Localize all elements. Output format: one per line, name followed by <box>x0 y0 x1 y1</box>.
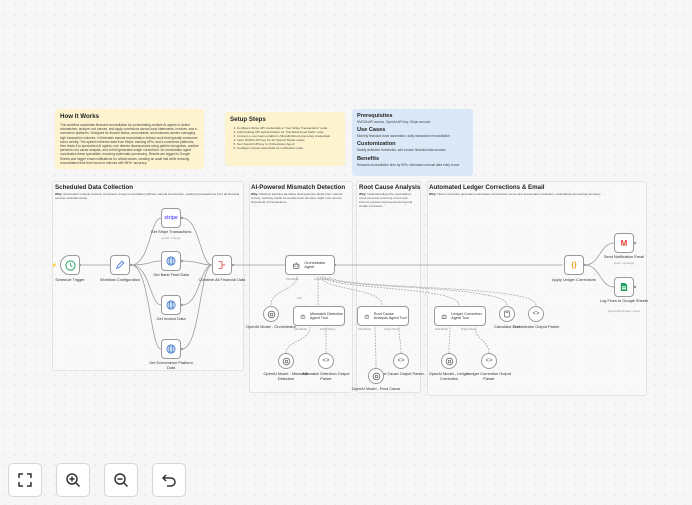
port-chat-model: Chat Model <box>286 278 299 281</box>
calculator-node[interactable] <box>499 306 515 322</box>
get-stripe-sublabel: getAll: Charge <box>161 236 181 240</box>
wire-calculator-tool <box>323 275 508 306</box>
get-invoice-label: Get Invoice Data <box>156 316 186 321</box>
clock-icon <box>64 259 76 271</box>
fit-view-icon <box>18 473 32 487</box>
undo-icon <box>161 474 176 487</box>
model-ledger-node[interactable] <box>441 353 457 369</box>
wire-model-ledger <box>448 326 451 354</box>
trigger-bolt-icon: ⚡ <box>52 262 58 269</box>
workflow-configuration-node[interactable] <box>110 255 130 275</box>
openai-icon <box>282 357 290 365</box>
port-chat-model: Chat Model <box>435 328 448 331</box>
schedule-trigger-node[interactable] <box>60 255 80 275</box>
port-chat-model: Chat Model <box>294 328 307 331</box>
wire-invoice-combine <box>181 264 213 306</box>
connection-lines: ⚡ <box>52 216 637 369</box>
log-sheets-sublabel: appendOrUpdate: sheet <box>607 309 641 313</box>
zoom-out-icon <box>114 473 129 488</box>
google-sheets-icon <box>620 283 628 291</box>
get-ecommerce-node[interactable] <box>161 339 181 359</box>
parser-root-node[interactable]: <> <box>393 353 409 369</box>
wire-ledger-tool <box>321 275 460 306</box>
get-bank-label: Get Bank Feed Data <box>153 272 189 277</box>
apply-ledger-label: Apply Ledger Corrections <box>552 277 596 282</box>
globe-icon <box>166 300 176 310</box>
code-brackets-icon: <> <box>532 311 540 317</box>
model-root-label: OpenAI Model - Root Cause <box>351 386 401 391</box>
calculator-icon <box>504 310 510 318</box>
get-stripe-label: Get Stripe Transactions <box>150 229 192 234</box>
robot-icon <box>364 313 370 319</box>
schedule-trigger-label: Schedule Trigger <box>55 277 85 282</box>
globe-icon <box>166 256 176 266</box>
wire-bank-combine <box>181 260 213 266</box>
openai-icon <box>267 310 275 318</box>
parser-ledger-label: Ledger Correction Output Parser <box>467 371 511 381</box>
curly-braces-icon: {} <box>571 261 577 269</box>
port-output-parser: Output Parser <box>314 278 330 281</box>
wire-model-root <box>374 326 377 369</box>
parser-mismatch-label: Mismatch Detection Output Parser <box>302 371 350 381</box>
zoom-in-button[interactable] <box>56 463 90 497</box>
openai-icon <box>372 372 380 380</box>
apply-ledger-node[interactable]: {} <box>564 255 584 275</box>
parser-ledger-node[interactable]: <> <box>481 353 497 369</box>
root-cause-agent-label: Root Cause Analysis Agent Tool <box>373 311 407 320</box>
zoom-out-button[interactable] <box>104 463 138 497</box>
get-invoice-node[interactable] <box>161 295 181 315</box>
fit-view-button[interactable] <box>8 463 42 497</box>
mismatch-agent-node[interactable]: Mismatch Detection Agent Tool <box>293 306 345 326</box>
globe-icon <box>166 344 176 354</box>
wire-stripe-combine <box>181 217 213 266</box>
get-ecommerce-label: Get Ecommerce Platform Data <box>149 360 193 370</box>
log-sheets-node[interactable] <box>614 277 634 297</box>
model-mismatch-node[interactable] <box>278 353 294 369</box>
root-cause-agent-node[interactable]: Root Cause Analysis Agent Tool <box>357 306 409 326</box>
zoom-in-icon <box>66 473 81 488</box>
robot-icon <box>300 313 306 319</box>
ledger-agent-node[interactable]: Ledger Correction Agent Tool <box>434 306 486 326</box>
orchestrator-parser-node[interactable]: <> <box>528 306 544 322</box>
parser-mismatch-node[interactable]: <> <box>318 353 334 369</box>
model-orchestrator-label: OpenAI Model - Orchestrator <box>246 324 296 329</box>
robot-icon <box>441 313 447 319</box>
robot-icon <box>293 261 300 269</box>
port-tool: Tool <box>297 297 302 300</box>
code-brackets-icon: <> <box>397 358 405 364</box>
openai-icon <box>445 357 453 365</box>
orchestrator-agent-label: Orchestrator Agent <box>304 260 326 269</box>
get-bank-node[interactable] <box>161 251 181 271</box>
pencil-icon <box>116 260 125 269</box>
log-sheets-label: Log Fixes to Google Sheets <box>599 298 648 303</box>
gmail-icon: M <box>620 238 628 248</box>
reset-zoom-button[interactable] <box>152 463 186 497</box>
wire-orch-parser <box>327 275 537 306</box>
orchestrator-parser-label: Orchestrator Output Parser <box>512 324 560 329</box>
send-email-node[interactable]: M <box>614 233 634 253</box>
stripe-icon: stripe <box>164 215 178 221</box>
get-stripe-node[interactable]: stripe <box>161 208 181 228</box>
model-root-node[interactable] <box>368 368 384 384</box>
combine-data-node[interactable] <box>212 255 232 275</box>
mismatch-agent-label: Mismatch Detection Agent Tool <box>309 311 344 320</box>
wire-apply-sheets <box>584 264 615 288</box>
workflow-configuration-label: Workflow Configuration <box>99 277 141 282</box>
merge-icon <box>218 261 226 269</box>
port-chat-model: Chat Model <box>358 328 371 331</box>
wire-config-invoice <box>130 264 162 306</box>
wire-config-stripe <box>130 217 162 266</box>
code-brackets-icon: <> <box>485 358 493 364</box>
combine-data-label: Combine All Financial Data <box>198 277 246 282</box>
code-brackets-icon: <> <box>322 358 330 364</box>
port-output-parser: Output Parser <box>384 328 400 331</box>
send-email-label: Send Notification Email <box>603 254 645 259</box>
orchestrator-agent-node[interactable]: Orchestrator Agent <box>285 255 335 275</box>
wire-parser-ledger <box>474 326 490 354</box>
model-orchestrator-node[interactable] <box>263 306 279 322</box>
port-output-parser: Output Parser <box>461 328 477 331</box>
ledger-agent-label: Ledger Correction Agent Tool <box>451 311 482 320</box>
port-output-parser: Output Parser <box>320 328 336 331</box>
send-email-sublabel: send: message <box>613 261 635 265</box>
